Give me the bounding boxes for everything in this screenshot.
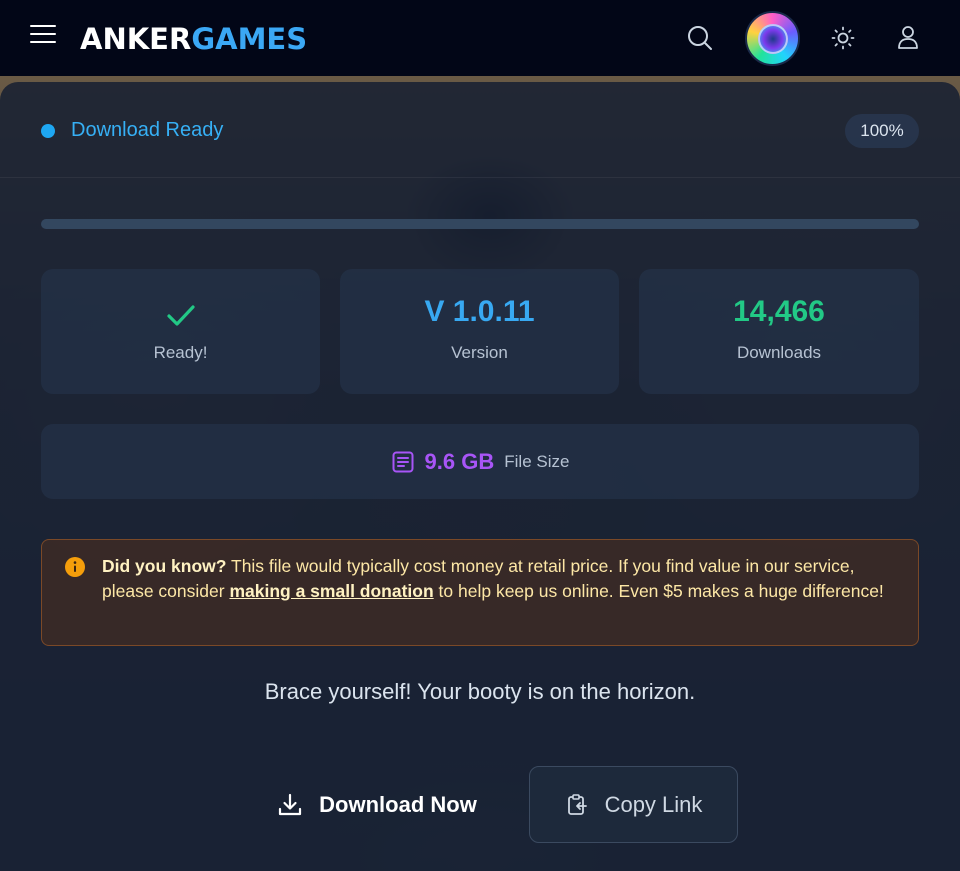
user-icon[interactable] <box>895 24 921 50</box>
file-size-label: File Size <box>504 451 570 471</box>
avatar[interactable] <box>745 11 800 66</box>
file-size-box: 9.6 GB File Size <box>41 424 919 499</box>
copy-link-button[interactable]: Copy Link <box>529 766 738 843</box>
version-label: Version <box>451 343 508 362</box>
tagline: Brace yourself! Your booty is on the hor… <box>264 679 696 704</box>
download-icon <box>279 793 302 815</box>
logo-part-1: ANKER <box>80 22 192 56</box>
ready-stat: Ready! <box>41 269 320 394</box>
top-navbar: ANKERGAMES <box>0 0 960 76</box>
download-now-button[interactable]: Download Now <box>242 767 512 842</box>
donation-link[interactable]: making a small donation <box>229 581 433 601</box>
status-dot <box>41 124 55 138</box>
logo-part-2: GAMES <box>191 22 308 56</box>
download-card: Download Ready 100% Ready! V 1.0.11 Vers… <box>0 82 960 871</box>
downloads-label: Downloads <box>736 343 822 362</box>
menu-icon[interactable] <box>30 25 56 43</box>
file-icon <box>392 451 414 472</box>
downloads-value: 14,466 <box>733 295 825 328</box>
ready-label: Ready! <box>153 343 208 362</box>
sun-icon[interactable] <box>831 26 855 50</box>
percent-badge: 100% <box>845 114 919 148</box>
status-row: Download Ready 100% <box>0 82 960 178</box>
notice-text: Did you know? This file would typically … <box>102 554 907 604</box>
donation-notice: Did you know? This file would typically … <box>41 539 919 646</box>
notice-text-2: to help keep us online. Even $5 makes a … <box>433 581 884 601</box>
info-icon <box>65 557 85 577</box>
version-value: V 1.0.11 <box>424 295 535 328</box>
check-icon <box>166 305 195 326</box>
progress-fill <box>41 219 919 229</box>
search-icon[interactable] <box>686 24 714 52</box>
file-size-value: 9.6 GB <box>424 448 495 474</box>
notice-lead: Did you know? <box>102 556 227 576</box>
version-stat: V 1.0.11 Version <box>340 269 619 394</box>
site-logo[interactable]: ANKERGAMES <box>80 20 307 58</box>
copy-link-label: Copy Link <box>604 791 703 817</box>
status-label: Download Ready <box>71 119 224 141</box>
progress-bar <box>41 219 919 229</box>
downloads-stat: 14,466 Downloads <box>639 269 919 394</box>
download-now-label: Download Now <box>319 791 477 817</box>
clipboard-icon <box>567 793 587 815</box>
